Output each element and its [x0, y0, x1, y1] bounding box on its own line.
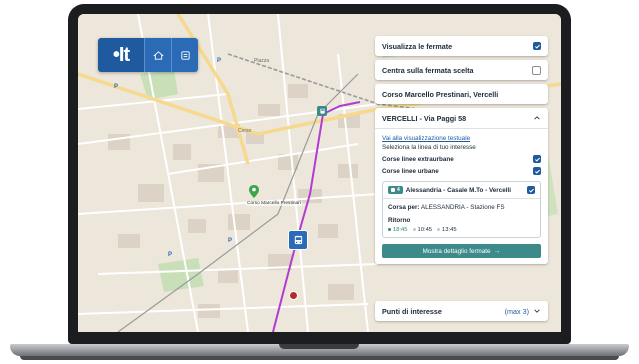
time-item[interactable]: 10:45: [412, 227, 433, 233]
bus-icon: [319, 108, 325, 114]
svg-text:P: P: [168, 252, 172, 258]
show-stops-label: Visualizza le fermate: [382, 41, 453, 51]
check-icon: [534, 157, 540, 162]
time-item[interactable]: 18:45: [388, 227, 408, 233]
poi-max: (max 3): [504, 306, 529, 316]
check-icon: [528, 188, 534, 193]
stop-details-card: VERCELLI - Via Paggi 58 Vai alla visuali…: [375, 108, 548, 264]
stop-header[interactable]: VERCELLI - Via Paggi 58: [375, 108, 548, 129]
show-stops-toggle[interactable]: Visualizza le fermate: [375, 36, 548, 56]
selected-street[interactable]: Corso Marcello Prestinari, Vercelli: [375, 84, 548, 104]
chevron-down-icon[interactable]: [533, 307, 541, 315]
points-of-interest[interactable]: Punti di interesse (max 3): [375, 301, 548, 321]
extra-urban-label: Corse linee extraurbane: [382, 155, 454, 163]
bus-icon: [391, 188, 395, 192]
line-card: 4 Alessandria - Casale M.To - Vercelli C…: [382, 181, 541, 238]
urban-checkbox[interactable]: [533, 167, 541, 175]
svg-text:P: P: [228, 238, 232, 244]
stop-title: VERCELLI - Via Paggi 58: [382, 113, 467, 123]
home-button[interactable]: [144, 38, 171, 72]
selected-street-label: Corso Marcello Prestinari, Vercelli: [382, 89, 499, 99]
extra-urban-checkbox[interactable]: [533, 155, 541, 163]
side-panel: Visualizza le fermate Centra sulla ferma…: [375, 36, 548, 268]
check-icon: [534, 44, 540, 49]
line-badge: 4: [388, 186, 403, 194]
bus-stop-marker[interactable]: [288, 230, 308, 250]
extra-urban-row[interactable]: Corse linee extraurbane: [382, 155, 541, 163]
laptop-notch: [279, 344, 359, 349]
inactive-dot-icon: [412, 227, 416, 231]
header-bar: •It: [98, 38, 198, 72]
center-stop-label: Centra sulla fermata scelta: [382, 65, 474, 75]
marker-street-label: Corso Marcello Prestinari: [246, 201, 302, 206]
chevron-up-icon[interactable]: [533, 114, 541, 122]
time-item[interactable]: 13:45: [437, 227, 457, 233]
app-screen: Piazza Corso P P P P Corso Marcello Pres…: [78, 14, 561, 332]
map-pin-icon: [249, 185, 259, 198]
show-stop-details-label: Mostra dettaglio fermate: [422, 247, 491, 255]
active-dot-icon: [388, 227, 391, 231]
list-icon: [180, 50, 190, 60]
time-value: 10:45: [417, 227, 433, 233]
location-pin[interactable]: [249, 185, 259, 198]
center-stop-toggle[interactable]: Centra sulla fermata scelta: [375, 60, 548, 80]
poi-marker[interactable]: [289, 291, 298, 300]
text-view-link[interactable]: Vai alla visualizzazione testuale: [382, 135, 541, 142]
return-label: Ritorno: [388, 217, 411, 224]
line-badge-number: 4: [397, 187, 400, 193]
direction-row: Corsa per: ALESSANDRIA - Stazione FS: [388, 204, 535, 211]
departure-times: 18:45 10:45 13:45: [388, 227, 535, 233]
svg-text:Piazza: Piazza: [254, 58, 269, 64]
time-value: 13:45: [442, 227, 457, 233]
route-stop-marker-top[interactable]: [317, 106, 327, 116]
line-checkbox[interactable]: [527, 186, 535, 194]
svg-text:P: P: [114, 84, 118, 90]
svg-text:Corso: Corso: [238, 128, 252, 134]
poi-label: Punti di interesse: [382, 306, 442, 316]
app-logo[interactable]: •It: [98, 38, 144, 72]
direction-label: Corsa per:: [388, 204, 420, 211]
laptop-shadow: [20, 356, 619, 360]
urban-label: Corse linee urbane: [382, 167, 439, 175]
urban-row[interactable]: Corse linee urbane: [382, 167, 541, 175]
show-stop-details-button[interactable]: Mostra dettaglio fermate →: [382, 244, 541, 258]
arrow-right-icon: →: [494, 247, 501, 255]
bus-icon: [294, 235, 302, 244]
list-button[interactable]: [171, 38, 198, 72]
inactive-dot-icon: [437, 227, 441, 231]
show-stops-checkbox[interactable]: [533, 42, 541, 50]
check-icon: [534, 169, 540, 174]
line-header[interactable]: 4 Alessandria - Casale M.To - Vercelli: [383, 182, 540, 199]
svg-text:P: P: [217, 58, 221, 64]
home-icon: [152, 50, 164, 60]
line-name: Alessandria - Casale M.To - Vercelli: [405, 186, 512, 194]
time-value: 18:45: [393, 227, 408, 233]
direction-value: ALESSANDRIA - Stazione FS: [420, 204, 505, 211]
center-stop-checkbox[interactable]: [532, 65, 541, 75]
select-line-hint: Seleziona la linea di tuo interesse: [382, 144, 476, 151]
